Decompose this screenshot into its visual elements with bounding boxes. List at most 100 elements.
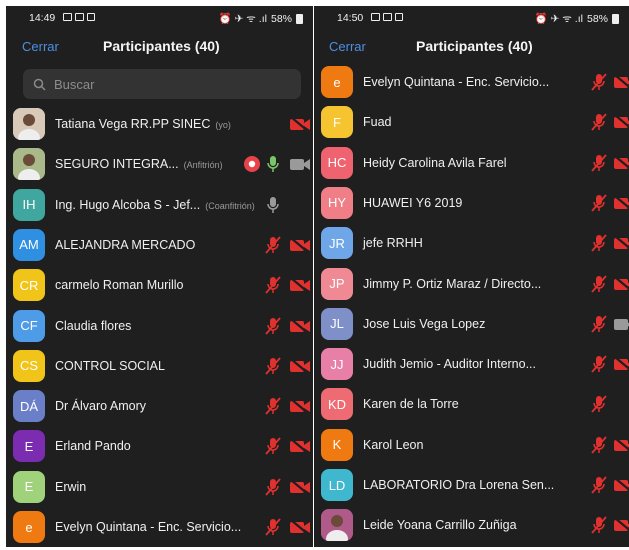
avatar: LD: [321, 469, 353, 501]
participant-row[interactable]: K Karol Leon: [314, 425, 629, 465]
mic-muted-icon[interactable]: [263, 518, 283, 541]
participant-row[interactable]: JP Jimmy P. Ortiz Maraz / Directo...: [314, 264, 629, 304]
mic-muted-icon[interactable]: [589, 315, 609, 338]
video-off-icon[interactable]: [289, 478, 311, 501]
mic-muted-icon[interactable]: [589, 476, 609, 499]
avatar: JP: [321, 267, 353, 300]
avatar-initials: e: [25, 519, 33, 535]
participant-row[interactable]: AM ALEJANDRA MERCADO: [6, 225, 313, 265]
participant-name-text: SEGURO INTEGRA...: [55, 157, 179, 172]
avatar: JJ: [321, 348, 353, 381]
participant-row[interactable]: KD Karen de la Torre: [314, 384, 629, 424]
participant-row[interactable]: SEGURO INTEGRA... (Anfitrión): [6, 144, 313, 184]
participant-name: Claudia flores: [55, 319, 131, 333]
mic-muted-icon[interactable]: [589, 73, 609, 96]
mic-icon[interactable]: [263, 155, 283, 178]
avatar: e: [321, 66, 353, 98]
signal-icons: ⏰ ✈ ᯤ .ıl: [218, 13, 267, 25]
nav-bar: Cerrar Participantes (40): [6, 30, 313, 62]
participant-row[interactable]: CR carmelo Roman Murillo: [6, 265, 313, 305]
video-off-icon[interactable]: [289, 276, 311, 299]
video-off-icon[interactable]: [613, 234, 629, 257]
mic-muted-icon[interactable]: [263, 437, 283, 460]
participant-name: Erwin: [55, 480, 86, 494]
participant-row[interactable]: e Evelyn Quintana - Enc. Servicio...: [314, 62, 629, 102]
video-off-icon[interactable]: [289, 236, 311, 259]
participant-row[interactable]: e Evelyn Quintana - Enc. Servicio...: [6, 507, 313, 547]
avatar-photo: [321, 509, 353, 542]
mic-muted-icon[interactable]: [589, 395, 609, 418]
participant-name-text: HUAWEI Y6 2019: [363, 195, 463, 210]
avatar: K: [321, 428, 353, 461]
mic-muted-icon[interactable]: [263, 316, 283, 340]
video-off-icon[interactable]: [613, 113, 629, 136]
participant-row[interactable]: HY HUAWEI Y6 2019: [314, 183, 629, 223]
avatar-initials: LD: [328, 477, 346, 493]
video-off-icon[interactable]: [613, 476, 629, 499]
participant-row[interactable]: IH Ing. Hugo Alcoba S - Jef... (Coanfitrió…: [6, 185, 313, 225]
video-off-icon[interactable]: [613, 194, 629, 217]
mic-muted-icon[interactable]: [589, 194, 609, 217]
mic-muted-icon[interactable]: [263, 236, 283, 259]
participant-row[interactable]: F Fuad: [314, 102, 629, 142]
mic-muted-icon[interactable]: [589, 154, 609, 177]
video-off-icon[interactable]: [613, 275, 629, 298]
avatar: KD: [321, 388, 353, 421]
video-off-icon[interactable]: [289, 397, 311, 420]
status-bar: 14:49 ⏰ ✈ ᯤ .ıl 58%: [6, 6, 313, 30]
avatar-initials: AM: [19, 237, 39, 253]
avatar: IH: [13, 188, 45, 221]
mic-muted-icon[interactable]: [589, 113, 609, 136]
participant-name-text: LABORATORIO Dra Lorena Sen...: [363, 478, 555, 492]
mic-muted-icon[interactable]: [589, 436, 609, 459]
video-off-icon[interactable]: [289, 518, 311, 541]
search-input[interactable]: [54, 76, 254, 92]
mic-muted-icon[interactable]: [263, 276, 283, 299]
page-title: Participantes (40): [416, 38, 533, 54]
avatar-initials: E: [24, 438, 34, 454]
participant-role: (yo): [215, 120, 231, 130]
participant-name: carmelo Roman Murillo: [55, 278, 184, 292]
close-button[interactable]: Cerrar: [329, 39, 366, 54]
mic-muted-icon[interactable]: [589, 355, 609, 378]
video-off-icon[interactable]: [613, 436, 629, 459]
status-time: 14:49: [29, 12, 56, 24]
video-icon[interactable]: [289, 155, 311, 178]
participant-row[interactable]: E Erwin: [6, 467, 313, 507]
avatar: CR: [13, 269, 45, 302]
mic-muted-icon[interactable]: [263, 357, 283, 380]
mic-muted-icon[interactable]: [263, 478, 283, 501]
participant-name-text: carmelo Roman Murillo: [55, 278, 184, 293]
participant-row[interactable]: Leide Yoana Carrillo Zuñiga: [314, 505, 629, 545]
mic-muted-icon[interactable]: [589, 234, 609, 257]
video-off-icon[interactable]: [613, 154, 629, 177]
mic-muted-icon[interactable]: [263, 397, 283, 420]
video-off-icon[interactable]: [289, 115, 311, 138]
mic-icon[interactable]: [263, 196, 283, 219]
video-icon[interactable]: [613, 315, 629, 338]
participant-name-text: Evelyn Quintana - Enc. Servicio...: [55, 520, 242, 534]
participant-row[interactable]: JL Jose Luis Vega Lopez: [314, 304, 629, 344]
video-off-icon[interactable]: [613, 516, 629, 539]
video-off-icon[interactable]: [289, 357, 311, 380]
mic-muted-icon[interactable]: [589, 274, 609, 298]
mic-muted-icon[interactable]: [589, 516, 609, 539]
avatar-initials: IH: [22, 197, 36, 213]
close-button[interactable]: Cerrar: [22, 39, 59, 54]
participant-name-text: CONTROL SOCIAL: [55, 358, 165, 373]
video-off-icon[interactable]: [613, 355, 629, 378]
participant-row[interactable]: CS CONTROL SOCIAL: [6, 346, 313, 386]
video-off-icon[interactable]: [613, 73, 629, 96]
search-bar[interactable]: [23, 69, 301, 99]
participant-row[interactable]: CF Claudia flores: [6, 306, 313, 346]
participant-row[interactable]: JR jefe RRHH: [314, 223, 629, 263]
video-off-icon[interactable]: [289, 317, 311, 340]
participant-row[interactable]: JJ Judith Jemio - Auditor Interno...: [314, 344, 629, 384]
participant-row[interactable]: LD LABORATORIO Dra Lorena Sen...: [314, 465, 629, 505]
participant-name-text: Karol Leon: [363, 437, 424, 452]
participant-row[interactable]: DÁ Dr Álvaro Amory: [6, 386, 313, 426]
video-off-icon[interactable]: [289, 437, 311, 460]
participant-row[interactable]: E Erland Pando: [6, 426, 313, 466]
participant-row[interactable]: HC Heidy Carolina Avila Farel: [314, 143, 629, 183]
participant-row[interactable]: Tatiana Vega RR.PP SINEC (yo): [6, 104, 313, 144]
